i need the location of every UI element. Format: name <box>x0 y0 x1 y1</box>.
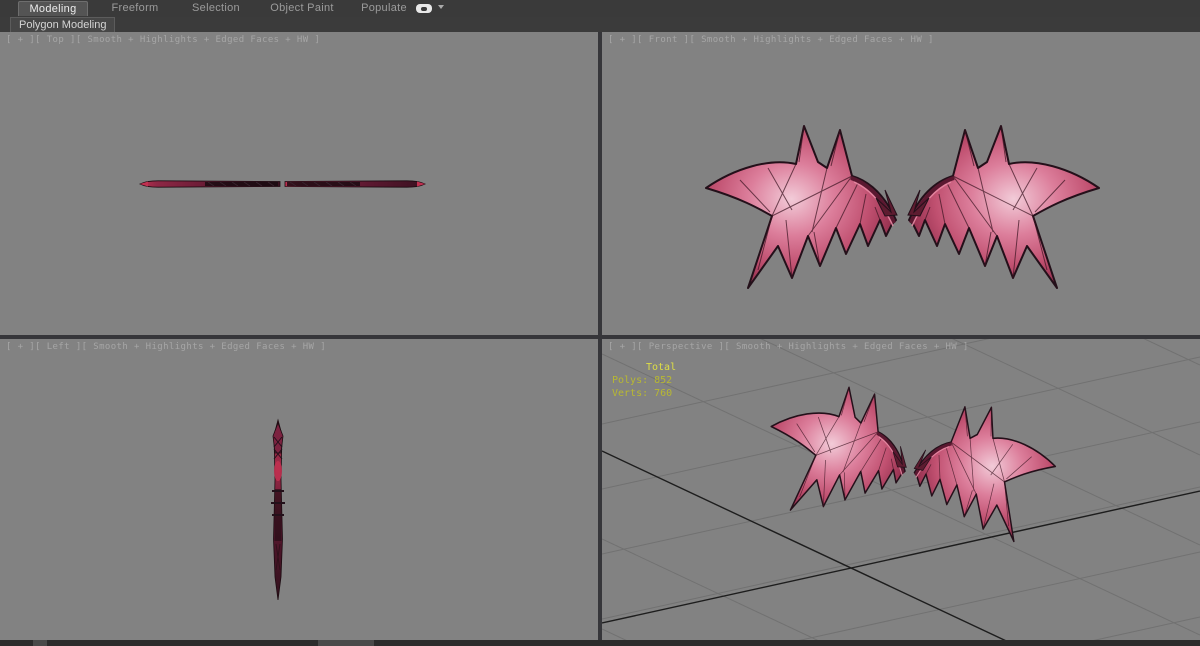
model-left-view <box>271 418 285 601</box>
bottom-bar <box>0 640 1200 646</box>
poly-statistics-overlay: Total Polys: 852 Verts: 760 <box>612 361 676 400</box>
ribbon-minimize-toggle-icon[interactable] <box>416 4 432 13</box>
wings-sliver-top <box>139 180 426 188</box>
viewport-label-left[interactable]: [ + ][ Left ][ Smooth + Highlights + Edg… <box>6 342 326 352</box>
viewport-front[interactable]: [ + ][ Front ][ Smooth + Highlights + Ed… <box>602 32 1200 335</box>
bottom-bar-notch <box>33 640 47 646</box>
application-window: Modeling Freeform Selection Object Paint… <box>0 0 1200 646</box>
stats-verts: Verts: 760 <box>612 388 673 399</box>
tab-populate[interactable]: Populate <box>348 1 420 16</box>
wings-sliver-side <box>271 418 285 601</box>
ribbon-tab-row: Modeling Freeform Selection Object Paint… <box>0 0 1200 17</box>
model-top-view <box>139 180 426 188</box>
viewport-label-perspective[interactable]: [ + ][ Perspective ][ Smooth + Highlight… <box>608 342 969 352</box>
home-grid <box>602 339 1200 640</box>
caret-down-icon[interactable] <box>438 5 444 9</box>
model-perspective-view <box>602 339 1200 640</box>
tab-freeform[interactable]: Freeform <box>96 1 174 16</box>
viewport-left[interactable]: [ + ][ Left ][ Smooth + Highlights + Edg… <box>0 339 598 640</box>
tab-selection[interactable]: Selection <box>176 1 256 16</box>
ribbon-toolbar: Modeling Freeform Selection Object Paint… <box>0 0 1200 32</box>
stats-polys: Polys: 852 <box>612 375 673 386</box>
stats-total-label: Total <box>646 362 677 373</box>
panel-tab-polygon-modeling[interactable]: Polygon Modeling <box>10 17 116 32</box>
home-grid-axes <box>602 450 1200 640</box>
viewport-grid: [ + ][ Top ][ Smooth + Highlights + Edge… <box>0 32 1200 640</box>
viewport-top[interactable]: [ + ][ Top ][ Smooth + Highlights + Edge… <box>0 32 598 335</box>
tab-object-paint[interactable]: Object Paint <box>256 1 348 16</box>
ribbon-panel-row: Polygon Modeling <box>0 17 1200 32</box>
viewport-perspective[interactable]: [ + ][ Perspective ][ Smooth + Highlight… <box>602 339 1200 640</box>
viewport-label-top[interactable]: [ + ][ Top ][ Smooth + Highlights + Edge… <box>6 35 320 45</box>
model-front-view <box>602 32 1200 335</box>
bottom-bar-notch <box>318 640 374 646</box>
viewport-label-front[interactable]: [ + ][ Front ][ Smooth + Highlights + Ed… <box>608 35 934 45</box>
tab-modeling[interactable]: Modeling <box>18 1 88 16</box>
